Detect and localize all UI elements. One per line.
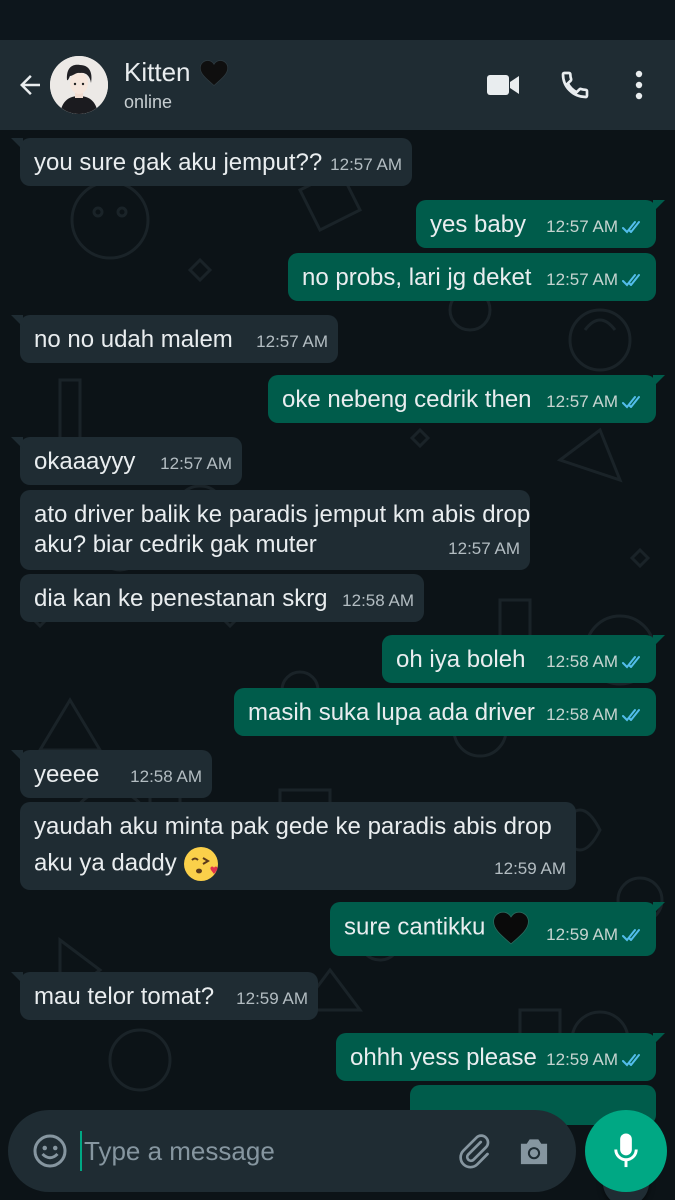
kissing-heart-emoji <box>184 847 219 881</box>
attach-icon <box>459 1134 490 1169</box>
message-time: 12:57 AM <box>160 454 232 473</box>
message-text: no no udah malem <box>34 326 233 353</box>
voice-call-button[interactable] <box>539 55 611 115</box>
message-text: yaudah aku minta pak gede ke paradis abi… <box>34 813 552 840</box>
incoming-message[interactable]: yeeee 12:58 AM <box>11 750 212 798</box>
camera-icon <box>520 1139 548 1165</box>
message-meta: 12:57 AM <box>256 327 328 357</box>
double-check-icon <box>622 929 640 942</box>
incoming-message[interactable]: mau telor tomat? 12:59 AM <box>11 972 318 1020</box>
message-text: ato driver balik ke paradis jemput km ab… <box>34 501 531 528</box>
message-time: 12:58 AM <box>342 591 414 610</box>
message-meta: 12:58 AM <box>130 762 202 792</box>
video-call-button[interactable] <box>467 55 539 115</box>
message-meta: 12:58 AM <box>546 700 646 730</box>
message-meta: 12:57 AM <box>546 265 646 295</box>
message-text: sure cantikku <box>344 913 486 941</box>
message-meta: 12:59 AM <box>494 854 566 884</box>
double-check-icon <box>622 221 640 234</box>
attach-button[interactable] <box>450 1127 498 1175</box>
chat-header: Kitten online <box>0 40 675 130</box>
message-text: oh iya boleh <box>396 646 526 673</box>
incoming-message[interactable]: yaudah aku minta pak gede ke paradis abi… <box>20 802 576 890</box>
back-button[interactable] <box>6 61 54 109</box>
message-text: dia kan ke penestanan skrg <box>34 585 328 612</box>
outgoing-message[interactable]: oke nebeng cedrik then 12:57 AM <box>268 375 665 423</box>
emoji-button[interactable] <box>26 1127 74 1175</box>
emoji-icon <box>33 1134 67 1168</box>
contact-info[interactable]: Kitten online <box>124 57 229 113</box>
message-text: mau telor tomat? <box>34 983 215 1010</box>
message-text: no probs, lari jg deket <box>302 264 532 291</box>
avatar[interactable] <box>50 56 108 114</box>
double-check-icon <box>622 656 640 669</box>
message-meta: 12:59 AM <box>236 984 308 1014</box>
outgoing-message[interactable]: sure cantikku 12:59 AM <box>330 902 665 956</box>
incoming-message[interactable]: you sure gak aku jemput?? 12:57 AM <box>11 138 412 186</box>
double-check-icon <box>622 709 640 722</box>
message-composer <box>8 1110 576 1192</box>
message-meta: 12:57 AM <box>160 449 232 479</box>
message-time: 12:57 AM <box>448 539 520 558</box>
message-time: 12:58 AM <box>130 767 202 786</box>
voice-message-button[interactable] <box>585 1110 667 1192</box>
double-check-icon <box>622 1054 640 1067</box>
message-time: 12:59 AM <box>546 925 618 944</box>
message-time: 12:59 AM <box>494 859 566 878</box>
back-arrow-icon <box>20 75 40 95</box>
message-meta: 12:59 AM <box>546 920 646 950</box>
camera-button[interactable] <box>510 1127 558 1175</box>
message-text: yeeee <box>34 761 100 788</box>
outgoing-message[interactable]: masih suka lupa ada driver 12:58 AM <box>234 688 656 736</box>
message-text: you sure gak aku jemput?? <box>34 149 323 176</box>
black-heart-emoji <box>493 911 529 945</box>
more-options-icon <box>635 70 643 100</box>
message-time: 12:57 AM <box>546 270 618 289</box>
message-meta: 12:57 AM <box>448 534 520 564</box>
message-time: 12:58 AM <box>546 705 618 724</box>
message-time: 12:58 AM <box>546 652 618 671</box>
message-text: okaaayyy <box>34 448 136 475</box>
double-check-icon <box>622 396 640 409</box>
black-heart-emoji <box>199 59 228 86</box>
message-meta: 12:57 AM <box>546 212 646 242</box>
outgoing-message[interactable]: oh iya boleh 12:58 AM <box>382 635 665 683</box>
message-meta: 12:58 AM <box>342 586 414 616</box>
contact-name: Kitten <box>124 57 191 87</box>
message-text: aku? biar cedrik gak muter <box>34 531 317 558</box>
phone-icon <box>561 71 589 99</box>
outgoing-message[interactable]: yes baby 12:57 AM <box>416 200 665 248</box>
message-meta: 12:57 AM <box>330 150 402 180</box>
chat-area[interactable]: you sure gak aku jemput?? 12:57 AM yes bab… <box>0 130 675 1200</box>
incoming-message[interactable]: dia kan ke penestanan skrg 12:58 AM <box>20 574 424 622</box>
message-meta: 12:58 AM <box>546 647 646 677</box>
message-time: 12:57 AM <box>256 332 328 351</box>
more-options-button[interactable] <box>611 55 667 115</box>
incoming-message[interactable]: no no udah malem 12:57 AM <box>11 315 338 363</box>
outgoing-message[interactable]: ohhh yess please 12:59 AM <box>336 1033 665 1081</box>
video-call-icon <box>487 75 519 95</box>
message-text: yes baby <box>430 211 527 238</box>
message-text: aku ya daddy <box>34 849 177 877</box>
message-time: 12:57 AM <box>546 392 618 411</box>
message-input[interactable] <box>80 1131 440 1171</box>
message-time: 12:59 AM <box>236 989 308 1008</box>
double-check-icon <box>622 274 640 287</box>
outgoing-message[interactable]: no probs, lari jg deket 12:57 AM <box>288 253 656 301</box>
message-time: 12:57 AM <box>546 217 618 236</box>
message-meta: 12:59 AM <box>546 1045 646 1075</box>
message-text: masih suka lupa ada driver <box>248 699 535 726</box>
message-text: ohhh yess please <box>350 1044 537 1071</box>
message-meta: 12:57 AM <box>546 387 646 417</box>
mic-icon <box>614 1133 638 1168</box>
status-bar <box>0 0 675 40</box>
message-time: 12:59 AM <box>546 1050 618 1069</box>
message-text: oke nebeng cedrik then <box>282 386 532 413</box>
incoming-message[interactable]: ato driver balik ke paradis jemput km ab… <box>20 490 530 570</box>
contact-status: online <box>124 92 173 112</box>
incoming-message[interactable]: okaaayyy 12:57 AM <box>11 437 242 485</box>
message-time: 12:57 AM <box>330 155 402 174</box>
